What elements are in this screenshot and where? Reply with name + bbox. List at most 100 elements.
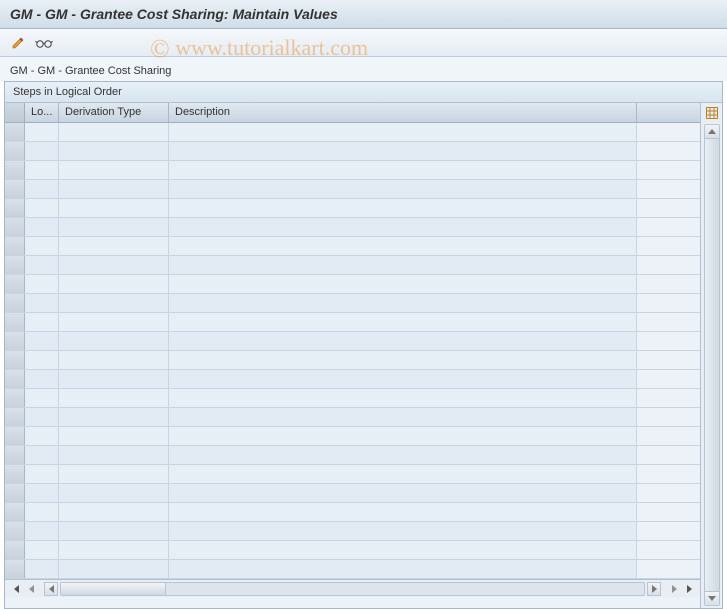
- cell-description[interactable]: [169, 199, 637, 217]
- cell-lo[interactable]: [25, 294, 59, 312]
- cell-lo[interactable]: [25, 370, 59, 388]
- cell-derivation-type[interactable]: [59, 123, 169, 141]
- cell-derivation-type[interactable]: [59, 408, 169, 426]
- cell-lo[interactable]: [25, 237, 59, 255]
- cell-derivation-type[interactable]: [59, 446, 169, 464]
- prev-column-button[interactable]: [24, 582, 38, 596]
- vscroll-up-button[interactable]: [705, 125, 719, 139]
- cell-description[interactable]: [169, 370, 637, 388]
- first-column-button[interactable]: [9, 582, 23, 596]
- cell-lo[interactable]: [25, 503, 59, 521]
- vscroll-down-button[interactable]: [705, 591, 719, 605]
- cell-derivation-type[interactable]: [59, 484, 169, 502]
- row-selector[interactable]: [5, 465, 25, 483]
- cell-lo[interactable]: [25, 161, 59, 179]
- row-selector[interactable]: [5, 123, 25, 141]
- cell-lo[interactable]: [25, 351, 59, 369]
- cell-description[interactable]: [169, 142, 637, 160]
- cell-derivation-type[interactable]: [59, 541, 169, 559]
- cell-lo[interactable]: [25, 123, 59, 141]
- cell-derivation-type[interactable]: [59, 199, 169, 217]
- last-column-button[interactable]: [682, 582, 696, 596]
- cell-lo[interactable]: [25, 256, 59, 274]
- cell-derivation-type[interactable]: [59, 389, 169, 407]
- display-button[interactable]: [34, 33, 54, 53]
- cell-description[interactable]: [169, 541, 637, 559]
- cell-description[interactable]: [169, 560, 637, 578]
- row-selector[interactable]: [5, 389, 25, 407]
- row-selector[interactable]: [5, 560, 25, 578]
- cell-description[interactable]: [169, 256, 637, 274]
- cell-derivation-type[interactable]: [59, 427, 169, 445]
- cell-description[interactable]: [169, 503, 637, 521]
- row-selector[interactable]: [5, 237, 25, 255]
- row-selector[interactable]: [5, 370, 25, 388]
- cell-description[interactable]: [169, 446, 637, 464]
- cell-derivation-type[interactable]: [59, 370, 169, 388]
- row-selector[interactable]: [5, 294, 25, 312]
- col-header-lo[interactable]: Lo...: [25, 103, 59, 122]
- row-selector[interactable]: [5, 199, 25, 217]
- cell-lo[interactable]: [25, 332, 59, 350]
- col-header-derivation-type[interactable]: Derivation Type: [59, 103, 169, 122]
- row-selector[interactable]: [5, 142, 25, 160]
- row-selector[interactable]: [5, 408, 25, 426]
- cell-lo[interactable]: [25, 560, 59, 578]
- cell-derivation-type[interactable]: [59, 275, 169, 293]
- cell-description[interactable]: [169, 237, 637, 255]
- row-selector[interactable]: [5, 161, 25, 179]
- row-selector[interactable]: [5, 332, 25, 350]
- row-selector[interactable]: [5, 218, 25, 236]
- table-settings-button[interactable]: [703, 104, 721, 122]
- cell-derivation-type[interactable]: [59, 332, 169, 350]
- row-selector[interactable]: [5, 256, 25, 274]
- row-selector[interactable]: [5, 522, 25, 540]
- vscroll-track[interactable]: [705, 139, 719, 591]
- cell-description[interactable]: [169, 408, 637, 426]
- row-selector[interactable]: [5, 503, 25, 521]
- row-selector[interactable]: [5, 446, 25, 464]
- cell-lo[interactable]: [25, 389, 59, 407]
- cell-description[interactable]: [169, 389, 637, 407]
- cell-derivation-type[interactable]: [59, 294, 169, 312]
- cell-description[interactable]: [169, 351, 637, 369]
- cell-description[interactable]: [169, 180, 637, 198]
- cell-lo[interactable]: [25, 313, 59, 331]
- cell-lo[interactable]: [25, 484, 59, 502]
- cell-derivation-type[interactable]: [59, 256, 169, 274]
- cell-lo[interactable]: [25, 180, 59, 198]
- hscroll-track[interactable]: [60, 582, 645, 596]
- cell-description[interactable]: [169, 275, 637, 293]
- row-selector[interactable]: [5, 541, 25, 559]
- cell-derivation-type[interactable]: [59, 218, 169, 236]
- cell-lo[interactable]: [25, 199, 59, 217]
- cell-description[interactable]: [169, 218, 637, 236]
- row-selector[interactable]: [5, 313, 25, 331]
- vscroll-thumb[interactable]: [705, 139, 719, 591]
- cell-description[interactable]: [169, 427, 637, 445]
- select-all-rows[interactable]: [5, 103, 25, 122]
- cell-lo[interactable]: [25, 142, 59, 160]
- cell-lo[interactable]: [25, 541, 59, 559]
- cell-derivation-type[interactable]: [59, 313, 169, 331]
- cell-lo[interactable]: [25, 522, 59, 540]
- row-selector[interactable]: [5, 351, 25, 369]
- col-header-description[interactable]: Description: [169, 103, 637, 122]
- cell-description[interactable]: [169, 522, 637, 540]
- cell-description[interactable]: [169, 161, 637, 179]
- next-column-button[interactable]: [667, 582, 681, 596]
- cell-description[interactable]: [169, 313, 637, 331]
- row-selector[interactable]: [5, 180, 25, 198]
- cell-lo[interactable]: [25, 275, 59, 293]
- cell-lo[interactable]: [25, 427, 59, 445]
- cell-lo[interactable]: [25, 218, 59, 236]
- cell-derivation-type[interactable]: [59, 180, 169, 198]
- cell-lo[interactable]: [25, 446, 59, 464]
- row-selector[interactable]: [5, 275, 25, 293]
- cell-derivation-type[interactable]: [59, 351, 169, 369]
- cell-description[interactable]: [169, 465, 637, 483]
- row-selector[interactable]: [5, 427, 25, 445]
- cell-description[interactable]: [169, 332, 637, 350]
- cell-derivation-type[interactable]: [59, 237, 169, 255]
- edit-button[interactable]: [8, 33, 28, 53]
